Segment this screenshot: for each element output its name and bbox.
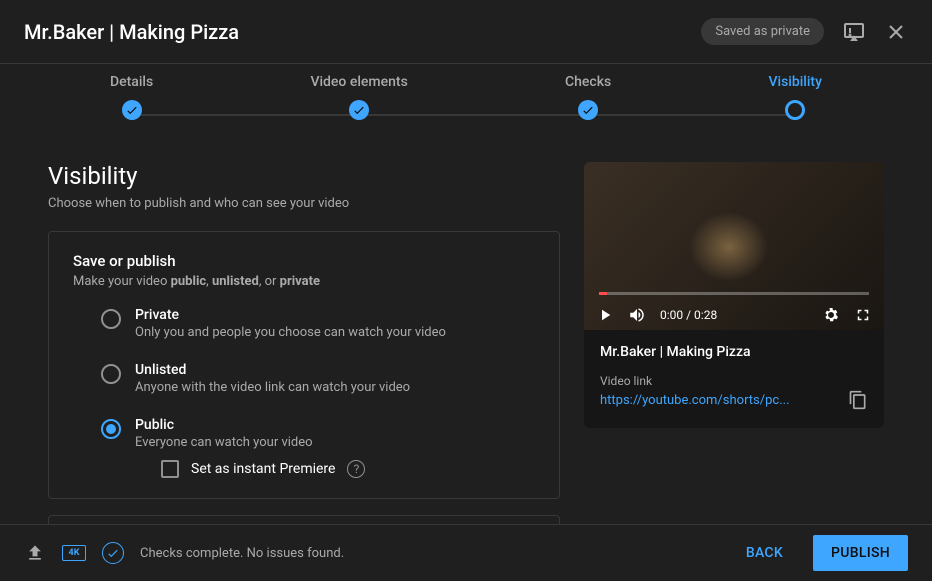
volume-icon[interactable] <box>628 306 646 324</box>
feedback-icon[interactable] <box>842 20 866 44</box>
current-step-icon <box>785 100 805 120</box>
visibility-heading: Visibility <box>48 162 560 190</box>
settings-icon[interactable] <box>822 306 840 324</box>
upload-icon <box>24 542 46 564</box>
hd-badge: 4K <box>62 545 86 561</box>
radio-unlisted[interactable]: Unlisted Anyone with the video link can … <box>101 362 535 395</box>
video-link[interactable]: https://youtube.com/shorts/pc... <box>600 393 790 408</box>
schedule-box[interactable]: Schedule <box>48 515 560 524</box>
preview-video-title: Mr.Baker | Making Pizza <box>600 344 868 360</box>
progress-bar[interactable] <box>599 292 607 295</box>
help-icon[interactable]: ? <box>347 460 365 478</box>
check-icon <box>578 100 598 120</box>
status-text: Checks complete. No issues found. <box>140 546 344 561</box>
close-icon[interactable] <box>884 20 908 44</box>
publish-button[interactable]: PUBLISH <box>813 535 908 571</box>
checks-complete-icon <box>102 542 124 564</box>
play-icon[interactable] <box>596 306 614 324</box>
radio-icon[interactable] <box>101 364 121 384</box>
radio-private[interactable]: Private Only you and people you choose c… <box>101 307 535 340</box>
step-details[interactable]: Details <box>110 74 153 120</box>
page-title: Mr.Baker | Making Pizza <box>24 20 239 44</box>
check-icon <box>349 100 369 120</box>
save-publish-title: Save or publish <box>73 252 535 270</box>
video-link-label: Video link <box>600 374 868 388</box>
copy-icon[interactable] <box>848 390 868 410</box>
video-preview: 0:00 / 0:28 Mr.Baker | Making Pizza Vide… <box>584 162 884 428</box>
saved-status-badge: Saved as private <box>701 18 824 45</box>
save-or-publish-box: Save or publish Make your video public, … <box>48 231 560 499</box>
fullscreen-icon[interactable] <box>854 306 872 324</box>
step-checks[interactable]: Checks <box>565 74 611 120</box>
check-icon <box>122 100 142 120</box>
radio-icon[interactable] <box>101 309 121 329</box>
step-video-elements[interactable]: Video elements <box>310 74 407 120</box>
visibility-desc: Choose when to publish and who can see y… <box>48 196 560 211</box>
radio-icon[interactable] <box>101 419 121 439</box>
step-visibility[interactable]: Visibility <box>768 74 821 120</box>
premiere-checkbox[interactable] <box>161 460 179 478</box>
video-thumbnail[interactable]: 0:00 / 0:28 <box>584 162 884 330</box>
video-time: 0:00 / 0:28 <box>660 308 717 322</box>
premiere-label: Set as instant Premiere <box>191 461 335 477</box>
stepper: Details Video elements Checks Visibility <box>0 64 932 138</box>
save-publish-desc: Make your video public, unlisted, or pri… <box>73 274 535 289</box>
back-button[interactable]: BACK <box>728 535 801 571</box>
radio-public[interactable]: Public Everyone can watch your video <box>101 417 535 450</box>
